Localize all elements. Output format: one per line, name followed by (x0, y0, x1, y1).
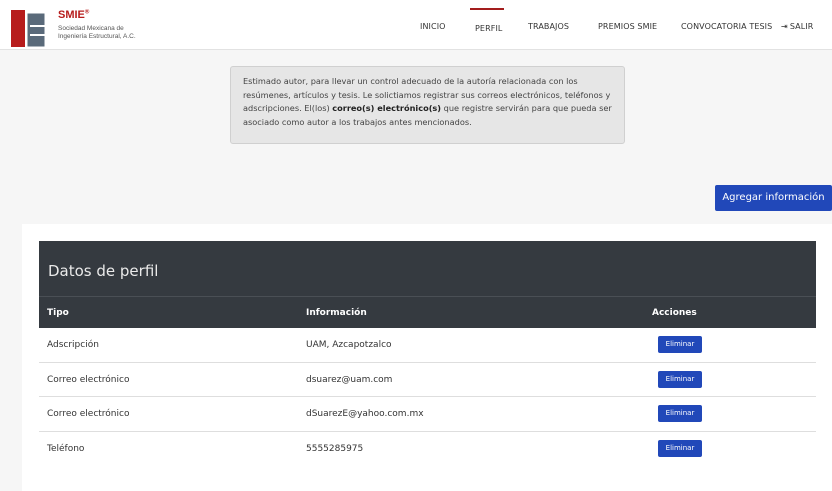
delete-button[interactable]: Eliminar (658, 405, 702, 422)
table-row: Adscripción UAM, Azcapotzalco Eliminar (39, 328, 816, 363)
nav-item-salir[interactable]: ⇥ SALIR (781, 22, 813, 31)
nav-item-convocatoria[interactable]: CONVOCATORIA TESIS (681, 22, 772, 31)
cell-info: dsuarez@uam.com (306, 374, 393, 385)
table-row: Teléfono 5555285975 Eliminar (39, 432, 816, 467)
delete-button[interactable]: Eliminar (658, 439, 702, 457)
profile-table: Datos de perfil Tipo Información Accione… (39, 241, 816, 466)
header-tipo: Tipo (47, 308, 69, 318)
table-title: Datos de perfil (39, 241, 816, 296)
nav-item-perfil[interactable]: PERFIL (475, 24, 502, 33)
brand-name[interactable]: SMIE® (58, 9, 89, 21)
header-acciones: Acciones (652, 308, 697, 318)
smie-logo-icon[interactable] (11, 10, 45, 47)
top-navbar: SMIE® Sociedad Mexicana de Ingeniería Es… (0, 0, 832, 50)
nav-item-inicio[interactable]: INICIO (420, 22, 446, 31)
cell-tipo: Teléfono (47, 443, 85, 454)
table-header-row: Tipo Información Acciones (39, 296, 816, 328)
logout-icon: ⇥ (781, 22, 788, 31)
delete-button[interactable]: Eliminar (658, 370, 702, 388)
delete-button[interactable]: Eliminar (658, 336, 702, 353)
table-row: Correo electrónico dSuarezE@yahoo.com.mx… (39, 397, 816, 432)
table-row: Correo electrónico dsuarez@uam.com Elimi… (39, 363, 816, 397)
profile-card: Datos de perfil Tipo Información Accione… (22, 224, 832, 491)
cell-info: UAM, Azcapotzalco (306, 340, 392, 350)
cell-info: dSuarezE@yahoo.com.mx (306, 409, 424, 419)
cell-tipo: Correo electrónico (47, 374, 130, 385)
brand-subtitle: Sociedad Mexicana de Ingeniería Estructu… (58, 25, 136, 40)
header-informacion: Información (306, 308, 367, 318)
cell-tipo: Correo electrónico (47, 409, 130, 419)
info-notice: Estimado autor, para llevar un control a… (230, 66, 625, 144)
cell-info: 5555285975 (306, 443, 364, 454)
nav-item-trabajos[interactable]: TRABAJOS (528, 22, 569, 31)
add-info-button[interactable]: Agregar información (715, 185, 832, 211)
cell-tipo: Adscripción (47, 340, 99, 350)
nav-active-indicator (470, 8, 504, 10)
nav-item-premios[interactable]: PREMIOS SMIE (598, 22, 657, 31)
